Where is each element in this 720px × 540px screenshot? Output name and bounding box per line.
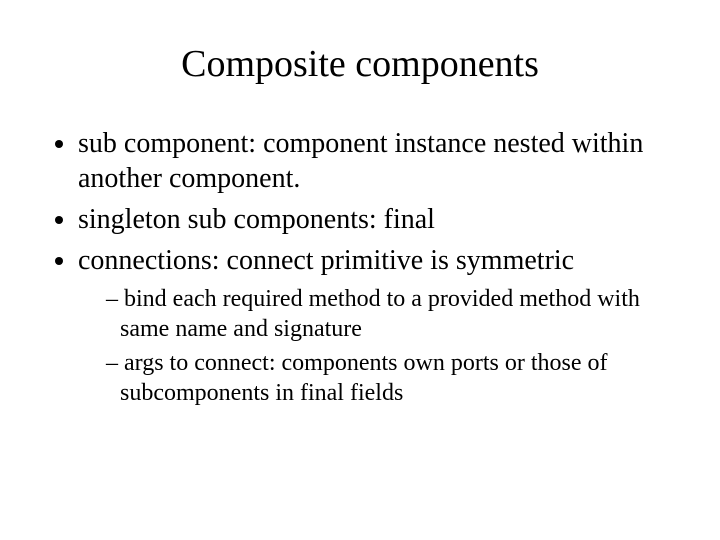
list-item: singleton sub components: final [78, 202, 680, 237]
sub-bullet-list: bind each required method to a provided … [78, 284, 680, 408]
list-item: sub component: component instance nested… [78, 126, 680, 196]
slide: Composite components sub component: comp… [0, 0, 720, 540]
list-item: connections: connect primitive is symmet… [78, 243, 680, 408]
list-item: bind each required method to a provided … [106, 284, 680, 344]
list-item-text: connections: connect primitive is symmet… [78, 245, 574, 276]
bullet-list: sub component: component instance nested… [40, 126, 680, 408]
list-item: args to connect: components own ports or… [106, 348, 680, 408]
slide-title: Composite components [40, 42, 680, 86]
